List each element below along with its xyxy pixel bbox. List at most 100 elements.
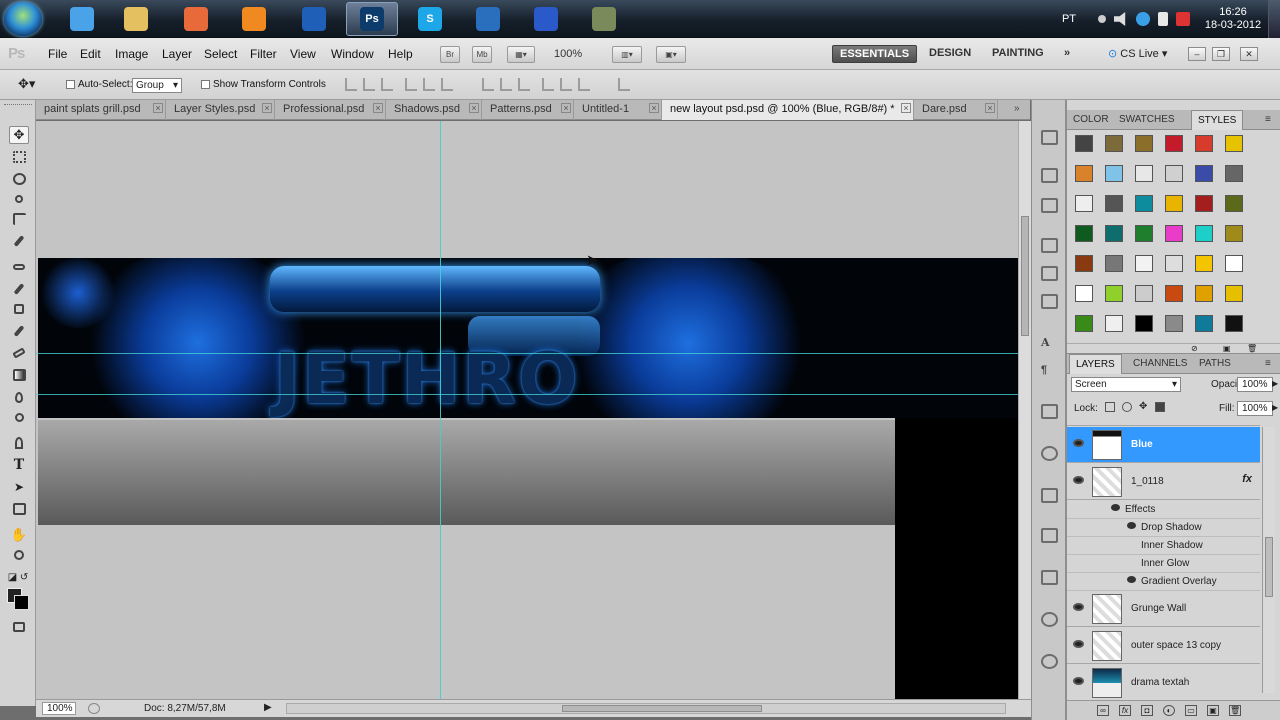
menu-edit[interactable]: Edit bbox=[80, 47, 101, 61]
panel-menu-icon[interactable]: ≡ bbox=[1265, 114, 1271, 125]
show-transform-checkbox[interactable] bbox=[201, 80, 210, 89]
tab-document[interactable]: Patterns.psd × bbox=[482, 100, 574, 120]
new-style-icon[interactable]: ▣ bbox=[1223, 344, 1231, 353]
align-vcenter-icon[interactable] bbox=[363, 78, 375, 91]
layer-name[interactable]: 1_0118 bbox=[1131, 476, 1164, 487]
tools-panel-grip[interactable] bbox=[4, 104, 32, 108]
add-mask-icon[interactable]: ◘ bbox=[1141, 705, 1153, 716]
tab-color[interactable]: COLOR bbox=[1073, 114, 1109, 125]
style-swatch[interactable] bbox=[1075, 315, 1093, 332]
auto-select-dropdown[interactable]: Group ▾ bbox=[132, 78, 182, 93]
move-tool-preset-icon[interactable]: ✥▾ bbox=[18, 76, 35, 92]
style-swatch[interactable] bbox=[1225, 285, 1243, 302]
scrollbar-thumb[interactable] bbox=[562, 705, 762, 712]
zoom-tool[interactable] bbox=[9, 546, 29, 564]
lock-position-icon[interactable]: ✥ bbox=[1139, 402, 1149, 412]
tray-arrow-icon[interactable] bbox=[1098, 15, 1106, 23]
layer-name[interactable]: Blue bbox=[1131, 439, 1153, 450]
style-swatch[interactable] bbox=[1075, 165, 1093, 182]
distribute-bottom-icon[interactable] bbox=[518, 78, 530, 91]
menu-filter[interactable]: Filter bbox=[250, 47, 277, 61]
close-button[interactable]: ✕ bbox=[1240, 47, 1258, 61]
style-swatch[interactable] bbox=[1195, 165, 1213, 182]
cs-live-button[interactable]: ⊙ CS Live ▾ bbox=[1108, 47, 1167, 60]
info-panel-icon[interactable] bbox=[1041, 612, 1058, 627]
style-swatch[interactable] bbox=[1195, 135, 1213, 152]
menu-select[interactable]: Select bbox=[204, 47, 237, 61]
style-swatch[interactable] bbox=[1075, 225, 1093, 242]
tab-close-icon[interactable]: × bbox=[561, 103, 571, 113]
crop-tool[interactable] bbox=[9, 210, 29, 228]
gradient-tool[interactable] bbox=[9, 366, 29, 384]
style-swatch[interactable] bbox=[1105, 225, 1123, 242]
effect-inner-glow[interactable]: Inner Glow bbox=[1067, 555, 1260, 573]
lock-all-icon[interactable] bbox=[1155, 402, 1165, 412]
style-swatch[interactable] bbox=[1225, 225, 1243, 242]
tab-layers[interactable]: LAYERS bbox=[1069, 354, 1122, 374]
healing-brush-tool[interactable] bbox=[9, 258, 29, 276]
panel-menu-icon[interactable]: ≡ bbox=[1265, 358, 1271, 369]
volume-icon[interactable] bbox=[1114, 12, 1126, 26]
tab-document[interactable]: paint splats grill.psd × bbox=[36, 100, 166, 120]
layer-visibility-eye-icon[interactable] bbox=[1073, 439, 1084, 447]
taskbar-app[interactable]: Ps bbox=[346, 2, 398, 36]
histogram-icon[interactable] bbox=[1041, 130, 1058, 145]
adjustments-icon[interactable] bbox=[1041, 446, 1058, 461]
stamp-panel-icon[interactable] bbox=[1041, 528, 1058, 543]
navigator-icon[interactable] bbox=[1041, 654, 1058, 669]
scrollbar-thumb[interactable] bbox=[1265, 537, 1273, 597]
layer-visibility-eye-icon[interactable] bbox=[1073, 476, 1084, 484]
taskbar-app[interactable] bbox=[578, 2, 630, 36]
style-swatch[interactable] bbox=[1105, 195, 1123, 212]
brush-presets-icon[interactable] bbox=[1041, 238, 1058, 253]
style-swatch[interactable] bbox=[1075, 135, 1093, 152]
new-group-icon[interactable]: ▭ bbox=[1185, 705, 1197, 716]
character-icon[interactable]: A bbox=[1041, 336, 1058, 351]
style-swatch[interactable] bbox=[1195, 315, 1213, 332]
menu-view[interactable]: View bbox=[290, 47, 316, 61]
layer-visibility-eye-icon[interactable] bbox=[1073, 603, 1084, 611]
eraser-tool[interactable] bbox=[9, 344, 29, 362]
status-menu-arrow-icon[interactable]: ▶ bbox=[264, 702, 272, 713]
hand-tool[interactable]: ✋ bbox=[9, 526, 29, 544]
effect-drop-shadow[interactable]: Drop Shadow bbox=[1067, 519, 1260, 537]
layer-name[interactable]: Grunge Wall bbox=[1131, 603, 1186, 614]
style-swatch[interactable] bbox=[1135, 225, 1153, 242]
style-swatch[interactable] bbox=[1225, 165, 1243, 182]
style-swatch[interactable] bbox=[1075, 285, 1093, 302]
start-button[interactable] bbox=[4, 2, 42, 36]
taskbar-app[interactable] bbox=[288, 2, 340, 36]
style-swatch[interactable] bbox=[1105, 315, 1123, 332]
align-bottom-icon[interactable] bbox=[381, 78, 393, 91]
tab-styles[interactable]: STYLES bbox=[1191, 110, 1244, 130]
actions-icon[interactable] bbox=[1041, 198, 1058, 213]
zoom-level[interactable]: 100% bbox=[554, 48, 582, 60]
tab-close-icon[interactable]: × bbox=[901, 103, 911, 113]
style-swatch[interactable] bbox=[1135, 135, 1153, 152]
taskbar-app[interactable] bbox=[228, 2, 280, 36]
style-swatch[interactable] bbox=[1165, 165, 1183, 182]
taskbar-app[interactable] bbox=[520, 2, 572, 36]
style-swatch[interactable] bbox=[1105, 285, 1123, 302]
masks-icon[interactable] bbox=[1041, 488, 1058, 503]
distribute-hcenter-icon[interactable] bbox=[560, 78, 572, 91]
style-swatch[interactable] bbox=[1105, 165, 1123, 182]
background-color[interactable] bbox=[14, 595, 29, 610]
fill-field[interactable]: 100% bbox=[1237, 401, 1273, 416]
history-icon[interactable] bbox=[1041, 168, 1058, 183]
menu-file[interactable]: File bbox=[48, 47, 67, 61]
style-swatch[interactable] bbox=[1105, 255, 1123, 272]
tab-close-icon[interactable]: × bbox=[153, 103, 163, 113]
effect-gradient-overlay[interactable]: Gradient Overlay bbox=[1067, 573, 1260, 591]
view-extras-button[interactable]: ▦▾ bbox=[507, 46, 535, 63]
history-brush-tool[interactable] bbox=[9, 322, 29, 340]
workspace-painting[interactable]: PAINTING bbox=[992, 47, 1044, 59]
taskbar-app[interactable]: S bbox=[404, 2, 456, 36]
style-swatch[interactable] bbox=[1135, 315, 1153, 332]
layers-scrollbar[interactable] bbox=[1262, 427, 1275, 693]
blur-tool[interactable] bbox=[9, 388, 29, 406]
quick-selection-tool[interactable] bbox=[9, 190, 29, 208]
clone-stamp-tool[interactable] bbox=[9, 300, 29, 318]
style-swatch[interactable] bbox=[1165, 285, 1183, 302]
layer-row-outer-space[interactable]: outer space 13 copy bbox=[1067, 628, 1260, 664]
